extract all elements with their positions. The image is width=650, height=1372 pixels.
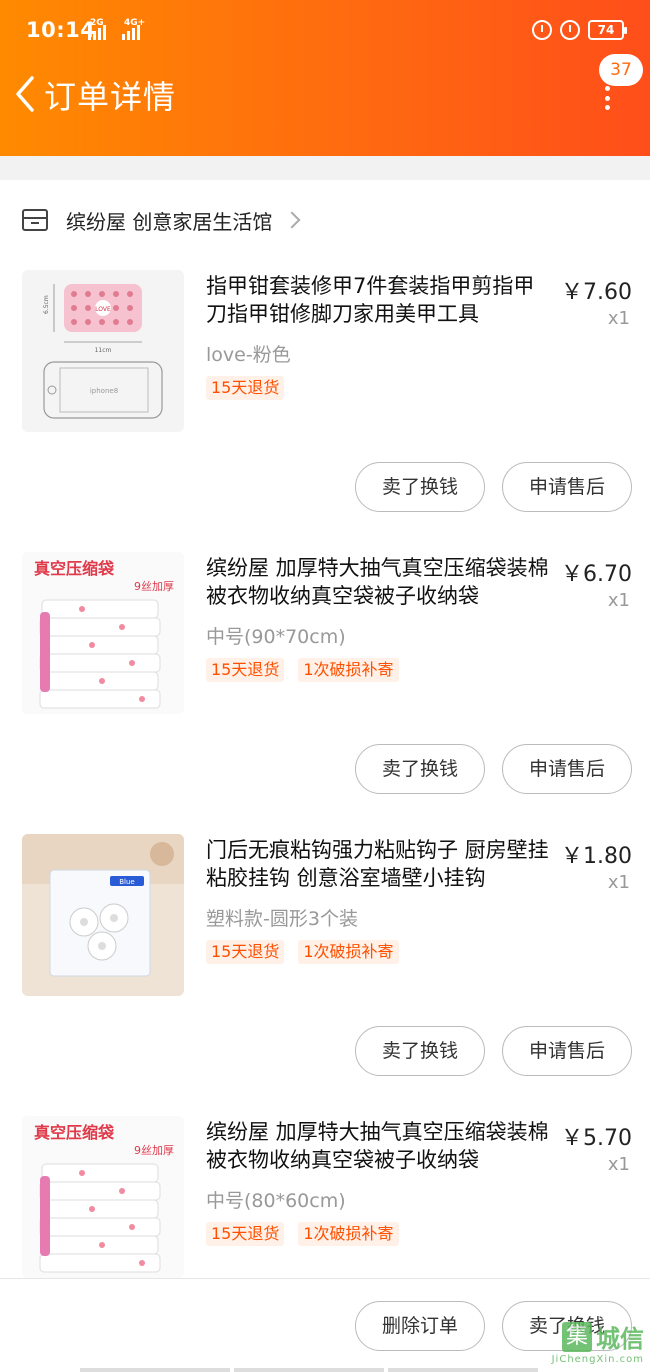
order-item[interactable]: Blue 门后无痕粘钩强力粘贴钩子 厨房壁挂粘胶挂钩 创意浴室墙壁小挂钩 ￥1.… xyxy=(0,834,650,1076)
order-item[interactable]: LOVE 6.5cm 11cm iphone8 指甲钳套装修甲7件套装指甲剪指甲… xyxy=(0,270,650,512)
dim-height-text: 6.5cm xyxy=(43,295,50,314)
status-icons: 74 xyxy=(532,20,627,40)
after-sale-button[interactable]: 申请售后 xyxy=(502,462,632,512)
product-variant: love-粉色 xyxy=(206,344,291,366)
sell-button[interactable]: 卖了换钱 xyxy=(355,744,485,794)
dim-width-text: 11cm xyxy=(95,347,112,354)
page-title: 订单详情 xyxy=(44,78,177,116)
product-quantity: x1 xyxy=(607,308,630,329)
product-thumbnail[interactable]: 真空压缩袋 9丝加厚 xyxy=(22,552,184,714)
product-quantity: x1 xyxy=(607,872,630,893)
more-menu-icon[interactable] xyxy=(602,86,612,110)
service-tag: 1次破损补寄 xyxy=(298,940,399,964)
thumb-title-text: 真空压缩袋 xyxy=(34,559,115,578)
service-tag: 1次破损补寄 xyxy=(298,1222,399,1246)
status-bar: 10:14 2G 4G+ 74 xyxy=(0,0,650,66)
product-thumbnail[interactable]: LOVE 6.5cm 11cm iphone8 xyxy=(22,270,184,432)
chevron-right-icon xyxy=(283,211,301,229)
service-tags: 15天退货 1次破损补寄 xyxy=(206,940,399,964)
after-sale-button[interactable]: 申请售后 xyxy=(502,744,632,794)
signal-icon: 2G xyxy=(88,18,106,40)
signal-label-1: 2G xyxy=(90,18,104,28)
product-name[interactable]: 指甲钳套装修甲7件套装指甲剪指甲刀指甲钳修脚刀家用美甲工具 xyxy=(206,272,552,328)
product-thumbnail[interactable]: Blue xyxy=(22,834,184,996)
watermark-logo: 集 xyxy=(562,1321,592,1352)
order-item[interactable]: 真空压缩袋 9丝加厚 缤纷屋 加厚特大抽气真空压缩袋装棉被衣物收纳真空袋被子收纳… xyxy=(0,552,650,794)
sell-button[interactable]: 卖了换钱 xyxy=(355,462,485,512)
product-price: ￥1.80 xyxy=(561,844,632,869)
alarm-icon xyxy=(560,20,580,40)
product-logo-text: LOVE xyxy=(95,306,111,313)
service-tag: 15天退货 xyxy=(206,658,285,682)
product-variant: 塑料款-圆形3个装 xyxy=(206,908,358,930)
product-name[interactable]: 缤纷屋 加厚特大抽气真空压缩袋装棉被衣物收纳真空袋被子收纳袋 xyxy=(206,1118,552,1174)
bottom-action-bar: 删除订单 卖了换钱 集 城信 JiChengXin.com xyxy=(0,1278,650,1372)
product-variant: 中号(90*70cm) xyxy=(206,626,346,648)
signal-icon: 4G+ xyxy=(122,18,145,40)
thumb-sub-text: 9丝加厚 xyxy=(134,1144,174,1157)
lock-rotation-icon xyxy=(532,20,552,40)
product-price: ￥5.70 xyxy=(561,1126,632,1151)
service-tags: 15天退货 1次破损补寄 xyxy=(206,658,399,682)
product-variant: 中号(80*60cm) xyxy=(206,1190,346,1212)
sell-button[interactable]: 卖了换钱 xyxy=(355,1026,485,1076)
service-tags: 15天退货 xyxy=(206,376,285,400)
shop-row[interactable]: 缤纷屋 创意家居生活馆 xyxy=(22,202,301,238)
service-tag: 15天退货 xyxy=(206,940,285,964)
product-name[interactable]: 门后无痕粘钩强力粘贴钩子 厨房壁挂粘胶挂钩 创意浴室墙壁小挂钩 xyxy=(206,836,552,892)
service-tag: 15天退货 xyxy=(206,1222,285,1246)
watermark: 集 城信 JiChengXin.com xyxy=(552,1319,644,1365)
thumb-sub-text: 9丝加厚 xyxy=(134,580,174,593)
after-sale-button[interactable]: 申请售后 xyxy=(502,1026,632,1076)
service-tag: 15天退货 xyxy=(206,376,285,400)
product-quantity: x1 xyxy=(607,1154,630,1175)
signal-label-2: 4G+ xyxy=(124,18,146,28)
app-header: 10:14 2G 4G+ 74 订单详情 37 xyxy=(0,0,650,156)
service-tags: 15天退货 1次破损补寄 xyxy=(206,1222,399,1246)
store-icon xyxy=(22,209,48,231)
delete-order-button[interactable]: 删除订单 xyxy=(355,1301,485,1351)
battery-icon: 74 xyxy=(588,20,627,40)
home-indicator xyxy=(80,1368,538,1372)
order-card: 缤纷屋 创意家居生活馆 LOVE 6.5cm 11cm iphone8 指甲钳套… xyxy=(0,180,650,1372)
status-time: 10:14 xyxy=(26,18,96,42)
watermark-text: 城信 xyxy=(596,1325,644,1353)
watermark-url: JiChengXin.com xyxy=(551,1354,644,1365)
product-thumbnail[interactable]: 真空压缩袋 9丝加厚 xyxy=(22,1116,184,1278)
product-price: ￥7.60 xyxy=(561,280,632,305)
product-name[interactable]: 缤纷屋 加厚特大抽气真空压缩袋装棉被衣物收纳真空袋被子收纳袋 xyxy=(206,554,552,610)
message-badge[interactable]: 37 xyxy=(599,54,643,86)
thumb-title-text: 真空压缩袋 xyxy=(34,1123,115,1142)
service-tag: 1次破损补寄 xyxy=(298,658,399,682)
product-price: ￥6.70 xyxy=(561,562,632,587)
product-quantity: x1 xyxy=(607,590,630,611)
shop-name: 缤纷屋 创意家居生活馆 xyxy=(66,209,273,234)
back-arrow-icon[interactable] xyxy=(12,74,42,114)
phone-label-text: iphone8 xyxy=(90,387,118,395)
thumb-brand-text: Blue xyxy=(119,878,135,886)
